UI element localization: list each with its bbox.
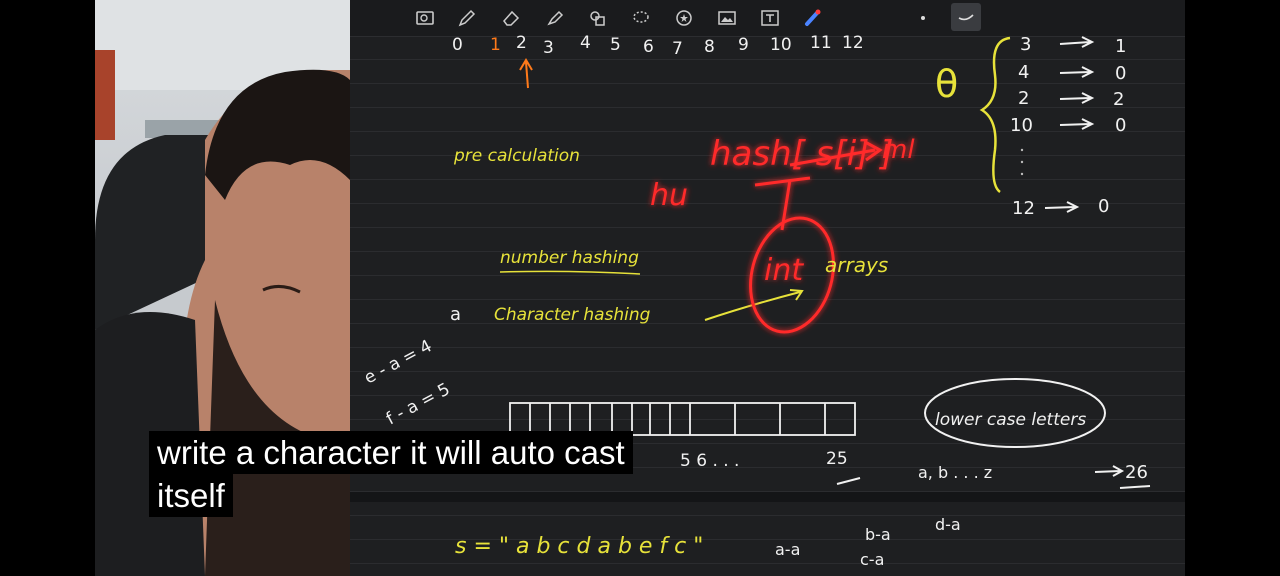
index-7: 7 xyxy=(672,39,683,59)
underline xyxy=(499,270,641,275)
index-5: 5 xyxy=(610,35,621,55)
index-0: 0 xyxy=(452,35,463,55)
array-end-index: 25 xyxy=(826,449,848,469)
subtitle-caption: write a character it will auto cast itse… xyxy=(149,431,681,517)
map-key-2: 2 xyxy=(1018,88,1029,109)
map-key-3: 10 xyxy=(1010,115,1033,136)
map-val-4: 0 xyxy=(1098,196,1109,217)
orange-arrow xyxy=(519,58,533,89)
char-op-1: f - a = 5 xyxy=(383,379,454,429)
index-11: 11 xyxy=(810,33,832,53)
index-8: 8 xyxy=(704,37,715,57)
int-label: int xyxy=(764,253,804,288)
range-text: a, b . . . z xyxy=(918,463,992,482)
lowercase-letters-label: lower case letters xyxy=(935,410,1086,430)
misc-op-2: c-a xyxy=(860,550,884,569)
map-key-0: 3 xyxy=(1020,34,1031,55)
char-op-0: e - a = 4 xyxy=(361,336,435,388)
misc-op-1: b-a xyxy=(865,525,891,544)
caption-line-1: write a character it will auto cast xyxy=(149,431,633,474)
range-count: 26 xyxy=(1125,462,1148,483)
theta-symbol: θ xyxy=(935,62,958,106)
misc-op-3: d-a xyxy=(935,515,961,534)
index-2: 2 xyxy=(516,33,527,53)
map-key-1: 4 xyxy=(1018,62,1029,83)
index-10: 10 xyxy=(770,35,792,55)
hash-expression: hash[ s[i] ] xyxy=(710,134,893,174)
index-1: 1 xyxy=(490,35,501,55)
map-val-3: 0 xyxy=(1115,115,1126,136)
map-val-1: 0 xyxy=(1115,63,1126,84)
map-val-2: 2 xyxy=(1113,89,1124,110)
array-mid-label: 5 6 . . . xyxy=(680,451,739,471)
index-9: 9 xyxy=(738,35,749,55)
caption-line-2: itself xyxy=(149,474,233,517)
index-12: 12 xyxy=(842,33,864,53)
arrays-label: arrays xyxy=(825,253,888,277)
index-6: 6 xyxy=(643,37,654,57)
index-3: 3 xyxy=(543,38,554,58)
pre-calculation-label: pre calculation xyxy=(453,146,580,166)
misc-op-0: a-a xyxy=(775,540,800,559)
lhs-word: hu xyxy=(650,178,688,213)
curly-brace xyxy=(979,36,1011,194)
map-key-4: 12 xyxy=(1012,198,1035,219)
index-4: 4 xyxy=(580,33,591,53)
red-arrow-label: ml xyxy=(882,135,915,165)
map-val-0: 1 xyxy=(1115,36,1126,57)
string-assignment: s = " a b c d a b e f c " xyxy=(455,534,703,559)
char-label-a: a xyxy=(450,304,461,325)
number-hashing-label: number hashing xyxy=(500,248,639,268)
character-hashing-label: Character hashing xyxy=(494,305,651,325)
